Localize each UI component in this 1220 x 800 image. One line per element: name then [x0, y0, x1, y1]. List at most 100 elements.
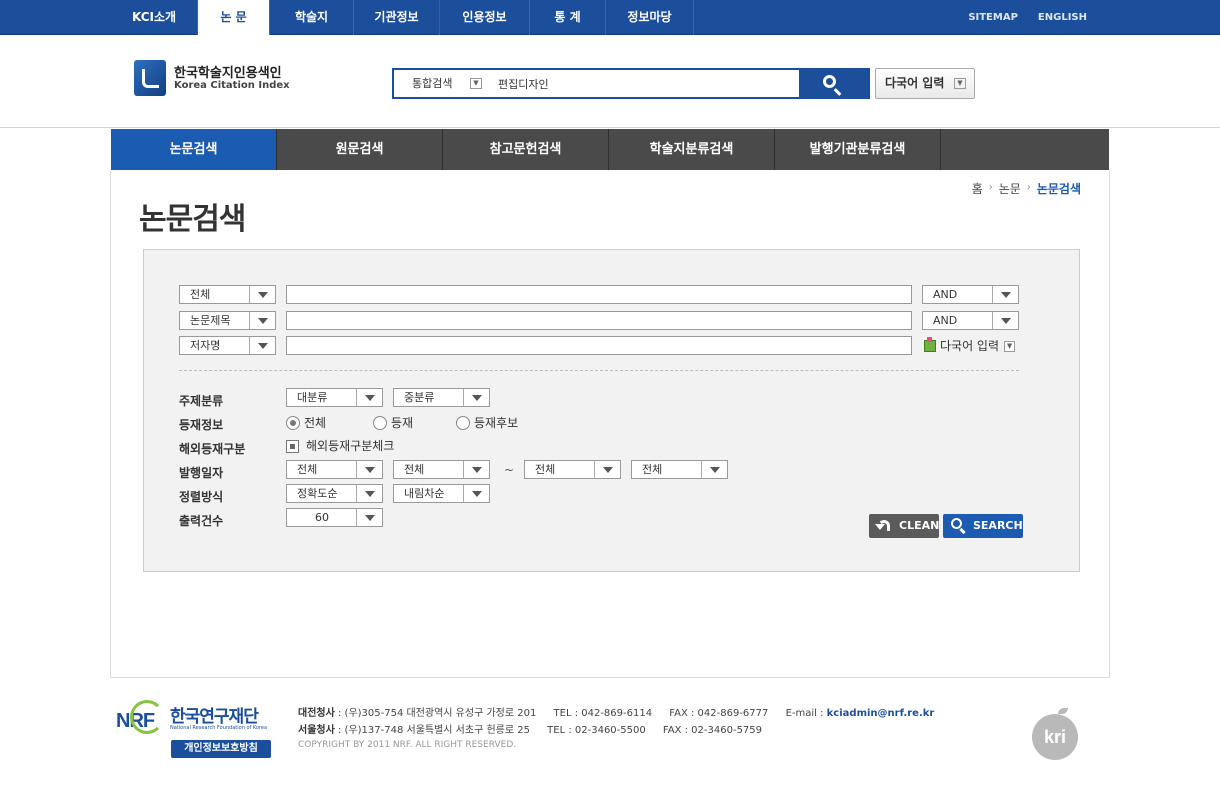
subject-minor-select[interactable]: 중분류 — [393, 388, 490, 407]
sitemap-link[interactable]: SITEMAP — [968, 0, 1018, 35]
breadcrumb-current: 논문검색 — [1036, 182, 1081, 196]
search-scope-select[interactable]: 통합검색 ▼ — [394, 70, 488, 97]
checkbox-checked-icon — [286, 440, 299, 453]
kri-logo: kri — [1032, 708, 1078, 760]
search-scope-label: 통합검색 — [412, 77, 453, 90]
nrf-name-ko: 한국연구재단 — [170, 707, 259, 727]
keyword-input-1[interactable] — [286, 285, 912, 304]
sort-order-select[interactable]: 내림차순 — [393, 484, 490, 503]
chevron-down-icon — [356, 485, 382, 502]
subject-label: 주제분류 — [179, 394, 224, 408]
address-seoul-text: : (우)137-748 서울특별시 서초구 헌릉로 25 — [334, 725, 530, 736]
field-select-1[interactable]: 전체 — [179, 285, 276, 304]
chevron-right-icon: › — [1026, 182, 1031, 193]
global-search-bar: 통합검색 ▼ — [392, 68, 870, 99]
sort-by-label: 정확도순 — [297, 487, 338, 500]
tab-journals[interactable]: 학술지 — [270, 0, 354, 35]
clean-button[interactable]: CLEAN — [869, 514, 939, 538]
date-from-month-label: 전체 — [404, 463, 425, 476]
keyword-input-2[interactable] — [286, 311, 912, 330]
date-from-year-label: 전체 — [297, 463, 318, 476]
publication-radio-all[interactable]: 전체 — [286, 416, 326, 432]
subject-major-label: 대분류 — [297, 391, 328, 404]
subject-major-select[interactable]: 대분류 — [286, 388, 383, 407]
subnav-reference-search[interactable]: 참고문헌검색 — [443, 129, 609, 170]
date-to-year-select[interactable]: 전체 — [524, 460, 621, 479]
subnav-publisher-category-search[interactable]: 발행기관분류검색 — [775, 129, 941, 170]
search-input[interactable] — [492, 72, 797, 95]
nrf-name-en: National Research Foundation of Korea — [170, 725, 268, 731]
search-form-panel: 전체 AND 논문제목 AND 저자명 다국어 입력 ▼ 주제분류 대분류 중분류 — [143, 249, 1080, 572]
subnav-fulltext-search[interactable]: 원문검색 — [277, 129, 443, 170]
clean-button-label: CLEAN — [899, 519, 940, 532]
chevron-down-icon — [992, 312, 1018, 329]
publication-radio-all-label: 전체 — [304, 416, 327, 430]
date-to-month-select[interactable]: 전체 — [631, 460, 728, 479]
radio-unchecked-icon — [456, 416, 470, 430]
field-select-3[interactable]: 저자명 — [179, 336, 276, 355]
chevron-down-icon — [249, 337, 275, 354]
search-icon — [823, 75, 836, 88]
date-to-year-label: 전체 — [535, 463, 556, 476]
address-seoul-fax: FAX : 02-3460-5759 — [662, 725, 763, 736]
count-select[interactable]: 60 — [286, 508, 383, 527]
multilang-input-label: 다국어 입력 — [885, 76, 945, 90]
date-from-year-select[interactable]: 전체 — [286, 460, 383, 479]
subnav-paper-search[interactable]: 논문검색 — [111, 129, 277, 170]
chevron-down-icon — [992, 286, 1018, 303]
chevron-down-icon — [249, 286, 275, 303]
multilang-input-toggle[interactable]: 다국어 입력 ▼ — [924, 337, 1016, 354]
tab-kci-intro[interactable]: KCI소개 — [111, 0, 198, 35]
english-link[interactable]: ENGLISH — [1038, 0, 1087, 35]
sort-by-select[interactable]: 정확도순 — [286, 484, 383, 503]
publication-label: 등재정보 — [179, 418, 224, 432]
overseas-checkbox[interactable]: 해외등재구분체크 — [286, 440, 394, 454]
chevron-down-icon — [463, 389, 489, 406]
publication-radio-registered[interactable]: 등재 — [373, 416, 413, 432]
keyword-input-3[interactable] — [286, 336, 912, 355]
form-search-button-label: SEARCH — [973, 519, 1023, 532]
chevron-down-icon — [463, 485, 489, 502]
operator-select-2[interactable]: AND — [922, 311, 1019, 330]
sort-order-label: 내림차순 — [404, 487, 445, 500]
breadcrumb-papers[interactable]: 논문 — [999, 180, 1021, 197]
tab-papers[interactable]: 논 문 — [198, 0, 270, 35]
email-link[interactable]: kciadmin@nrf.re.kr — [827, 708, 935, 719]
date-from-month-select[interactable]: 전체 — [393, 460, 490, 479]
nrf-logo-mark: NRF — [116, 700, 168, 736]
site-footer: NRF 한국연구재단 National Research Foundation … — [110, 678, 1110, 800]
email-label: E-mail : — [785, 708, 827, 719]
kci-logo[interactable]: 한국학술지인용색인 Korea Citation Index — [134, 60, 290, 96]
logo-title-en: Korea Citation Index — [174, 80, 290, 91]
logo-title-ko: 한국학술지인용색인 — [174, 66, 282, 81]
operator-select-2-label: AND — [933, 314, 958, 327]
tab-citations[interactable]: 인용정보 — [440, 0, 530, 35]
field-select-2-label: 논문제목 — [190, 314, 231, 327]
tab-statistics[interactable]: 통 계 — [530, 0, 606, 35]
subnav-journal-category-search[interactable]: 학술지분류검색 — [609, 129, 775, 170]
operator-select-1-label: AND — [933, 288, 958, 301]
tab-institutions[interactable]: 기관정보 — [354, 0, 440, 35]
subject-minor-label: 중분류 — [404, 391, 435, 404]
overseas-checkbox-label: 해외등재구분체크 — [306, 439, 395, 453]
breadcrumb: 홈 › 논문 › 논문검색 — [972, 180, 1081, 197]
count-select-label: 60 — [315, 511, 329, 524]
chevron-down-icon: ▼ — [954, 78, 966, 89]
address-seoul-tel: TEL : 02-3460-5500 — [547, 725, 646, 736]
radio-unchecked-icon — [373, 416, 387, 430]
field-select-2[interactable]: 논문제목 — [179, 311, 276, 330]
chevron-down-icon — [594, 461, 620, 478]
operator-select-1[interactable]: AND — [922, 285, 1019, 304]
kci-logo-icon — [134, 60, 166, 96]
publication-radio-candidate-label: 등재후보 — [474, 416, 519, 430]
tab-info-square[interactable]: 정보마당 — [606, 0, 694, 35]
multilang-input-button[interactable]: 다국어 입력 ▼ — [875, 68, 975, 99]
search-button[interactable] — [799, 70, 868, 97]
nrf-logo: NRF 한국연구재단 National Research Foundation … — [116, 700, 276, 740]
breadcrumb-home[interactable]: 홈 — [972, 180, 983, 197]
form-search-button[interactable]: SEARCH — [943, 514, 1023, 538]
privacy-policy-link[interactable]: 개인정보보호방침 — [171, 740, 271, 758]
publication-radio-candidate[interactable]: 등재후보 — [456, 416, 518, 432]
chevron-down-icon — [356, 461, 382, 478]
date-range-tilde: ~ — [504, 463, 515, 477]
